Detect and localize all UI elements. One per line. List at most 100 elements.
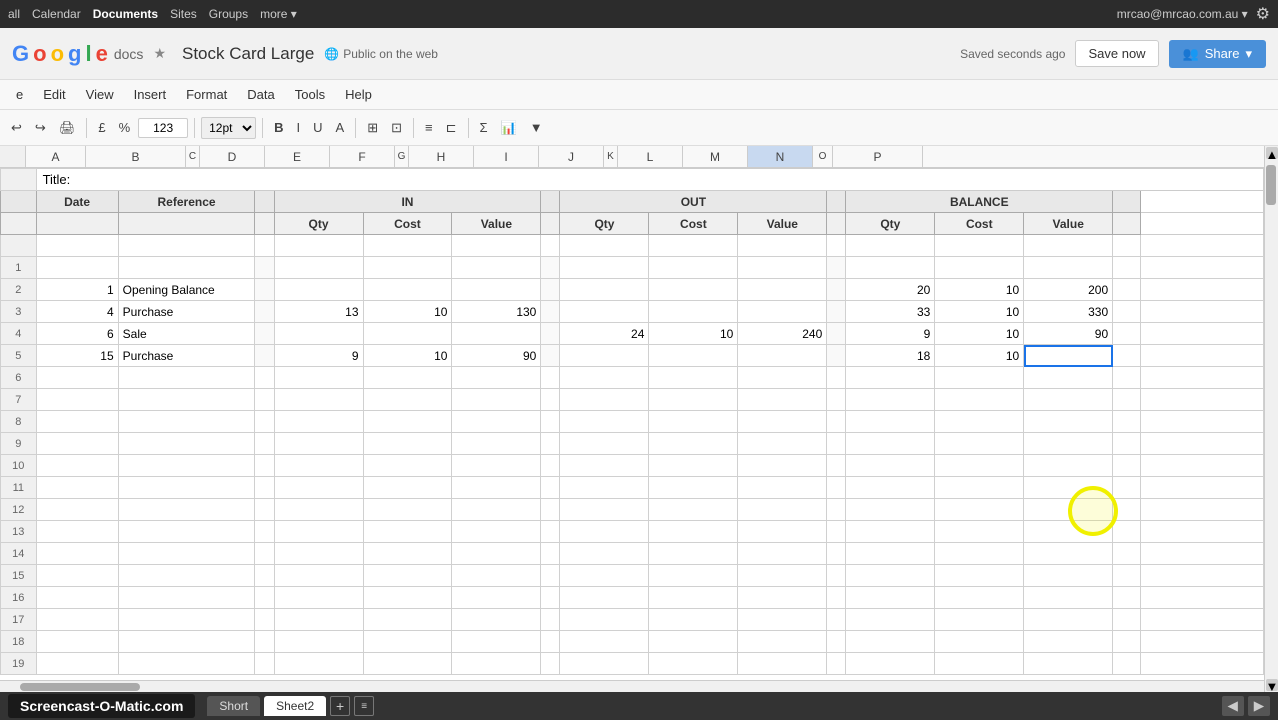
in-cost-cell-5[interactable]: 10	[363, 345, 452, 367]
col-header-h[interactable]: H	[409, 146, 474, 167]
out-qty-cell-5[interactable]	[560, 345, 649, 367]
in-cost-cell-3[interactable]: 10	[363, 301, 452, 323]
reference-cell-5[interactable]: Purchase	[118, 345, 255, 367]
star-icon[interactable]: ★	[153, 45, 166, 62]
out-cost-cell-4[interactable]: 10	[649, 323, 738, 345]
in-cost-cell-1[interactable]	[363, 257, 452, 279]
title-cell[interactable]: Title:	[36, 169, 1263, 191]
col-header-f[interactable]: F	[330, 146, 395, 167]
menu-format[interactable]: Format	[178, 83, 235, 106]
col-header-c[interactable]: C	[186, 146, 200, 167]
undo-button[interactable]: ↩	[6, 117, 27, 139]
nav-documents[interactable]: Documents	[93, 7, 158, 21]
date-cell-3[interactable]: 4	[36, 301, 118, 323]
menu-help[interactable]: Help	[337, 83, 380, 106]
underline-button[interactable]: U	[308, 117, 327, 138]
menu-data[interactable]: Data	[239, 83, 282, 106]
h-scroll-thumb[interactable]	[20, 683, 140, 691]
menu-insert[interactable]: Insert	[126, 83, 175, 106]
date-cell-5[interactable]: 15	[36, 345, 118, 367]
reference-cell-1[interactable]	[118, 257, 255, 279]
bal-qty-cell-5[interactable]: 18	[846, 345, 935, 367]
out-cost-cell-3[interactable]	[649, 301, 738, 323]
bal-qty-cell-3[interactable]: 33	[846, 301, 935, 323]
out-value-cell-2[interactable]	[738, 279, 827, 301]
in-value-cell-2[interactable]	[452, 279, 541, 301]
scroll-down-arrow[interactable]: ▼	[1266, 679, 1278, 691]
font-color-button[interactable]: A	[331, 117, 350, 138]
bal-qty-cell-2[interactable]: 20	[846, 279, 935, 301]
font-size-select[interactable]: 12pt 10pt 14pt	[201, 117, 256, 139]
in-cost-cell-2[interactable]	[363, 279, 452, 301]
scroll-up-arrow[interactable]: ▲	[1266, 147, 1278, 159]
in-qty-cell-5[interactable]: 9	[274, 345, 363, 367]
chart-button[interactable]: 📊	[496, 117, 522, 139]
sheet-scroll-right[interactable]: ▶	[1248, 696, 1270, 716]
out-value-cell-4[interactable]: 240	[738, 323, 827, 345]
col-header-g[interactable]: G	[395, 146, 409, 167]
col-header-k[interactable]: K	[604, 146, 618, 167]
col-header-j[interactable]: J	[539, 146, 604, 167]
in-value-cell-3[interactable]: 130	[452, 301, 541, 323]
in-qty-cell-2[interactable]	[274, 279, 363, 301]
nav-calendar[interactable]: Calendar	[32, 7, 81, 21]
out-value-cell-5[interactable]	[738, 345, 827, 367]
out-cost-cell-2[interactable]	[649, 279, 738, 301]
nav-more[interactable]: more ▾	[260, 7, 297, 21]
nav-sites[interactable]: Sites	[170, 7, 197, 21]
gear-icon[interactable]: ⚙	[1256, 4, 1270, 24]
redo-button[interactable]: ↪	[30, 117, 51, 139]
save-now-button[interactable]: Save now	[1075, 40, 1158, 67]
in-value-cell-5[interactable]: 90	[452, 345, 541, 367]
nav-all[interactable]: all	[8, 7, 20, 21]
date-cell-1[interactable]	[36, 257, 118, 279]
nav-groups[interactable]: Groups	[209, 7, 248, 21]
col-header-i[interactable]: I	[474, 146, 539, 167]
in-qty-cell-3[interactable]: 13	[274, 301, 363, 323]
currency-button[interactable]: £	[93, 117, 110, 138]
out-qty-cell-4[interactable]: 24	[560, 323, 649, 345]
bal-cost-cell-2[interactable]: 10	[935, 279, 1024, 301]
col-header-a[interactable]: A	[26, 146, 86, 167]
filter-button[interactable]: ▼	[525, 117, 548, 138]
out-value-cell-3[interactable]	[738, 301, 827, 323]
reference-cell-3[interactable]: Purchase	[118, 301, 255, 323]
share-button[interactable]: 👥 Share ▾	[1169, 40, 1266, 68]
col-header-b[interactable]: B	[86, 146, 186, 167]
scroll-thumb[interactable]	[1266, 165, 1276, 205]
add-sheet-button[interactable]: +	[330, 696, 350, 716]
bal-cost-cell-4[interactable]: 10	[935, 323, 1024, 345]
borders-button[interactable]: ⊞	[362, 117, 383, 139]
bal-qty-cell-4[interactable]: 9	[846, 323, 935, 345]
formula-button[interactable]: Σ	[475, 117, 493, 138]
scroll-track[interactable]	[1265, 160, 1278, 678]
in-qty-cell-1[interactable]	[274, 257, 363, 279]
wrap-button[interactable]: ⊏	[441, 117, 462, 139]
out-qty-cell-1[interactable]	[560, 257, 649, 279]
horizontal-scrollbar[interactable]	[0, 680, 1264, 692]
align-button[interactable]: ≡	[420, 117, 438, 138]
in-value-cell-4[interactable]	[452, 323, 541, 345]
col-header-n[interactable]: N	[748, 146, 813, 167]
out-cost-cell-5[interactable]	[649, 345, 738, 367]
zoom-input[interactable]	[138, 118, 188, 138]
bal-value-cell-1[interactable]	[1024, 257, 1113, 279]
bal-value-cell-2[interactable]: 200	[1024, 279, 1113, 301]
menu-view[interactable]: View	[78, 83, 122, 106]
sheet-menu-button[interactable]: ≡	[354, 696, 374, 716]
bal-cost-cell-1[interactable]	[935, 257, 1024, 279]
date-cell-4[interactable]: 6	[36, 323, 118, 345]
sheet-tab-short[interactable]: Short	[207, 696, 260, 716]
col-header-o[interactable]: O	[813, 146, 833, 167]
bal-qty-cell-1[interactable]	[846, 257, 935, 279]
col-header-l[interactable]: L	[618, 146, 683, 167]
col-header-p[interactable]: P	[833, 146, 923, 167]
menu-file[interactable]: e	[8, 83, 31, 106]
sheet-tab-sheet2[interactable]: Sheet2	[264, 696, 326, 716]
date-cell-2[interactable]: 1	[36, 279, 118, 301]
col-header-d[interactable]: D	[200, 146, 265, 167]
bal-value-cell-4[interactable]: 90	[1024, 323, 1113, 345]
in-cost-cell-4[interactable]	[363, 323, 452, 345]
bal-cost-cell-5[interactable]: 10	[935, 345, 1024, 367]
reference-cell-4[interactable]: Sale	[118, 323, 255, 345]
